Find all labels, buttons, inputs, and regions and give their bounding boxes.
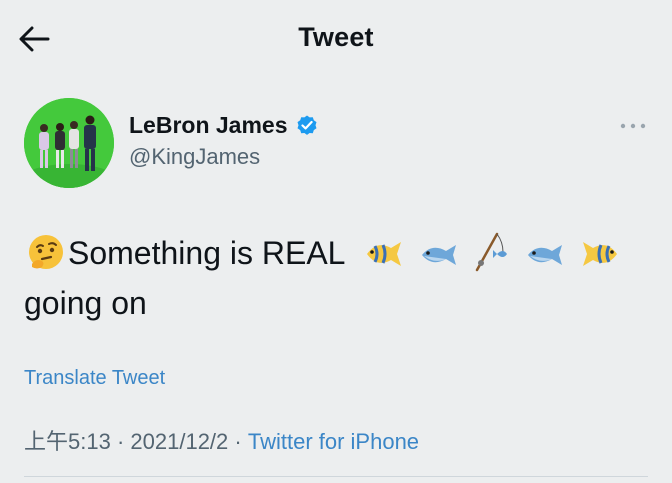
tweet-line-1-text: Something is REAL <box>68 235 345 271</box>
meta-separator: · <box>234 429 242 454</box>
thinking-face-icon <box>29 235 63 269</box>
tweet-page: Tweet LeBron James @KingJames Something … <box>0 0 672 483</box>
tropical-fish-icon <box>582 242 617 266</box>
author-name-row: LeBron James <box>129 110 319 140</box>
more-dots-icon <box>620 123 646 129</box>
avatar[interactable] <box>24 98 114 188</box>
fish-icon <box>422 245 457 265</box>
divider <box>24 476 648 477</box>
tweet-source-link[interactable]: Twitter for iPhone <box>248 429 419 454</box>
tweet-text: Something is REAL going on <box>24 228 654 328</box>
tweet-date[interactable]: 2021/12/2 <box>130 429 228 454</box>
tropical-fish-icon <box>367 242 402 266</box>
author-info[interactable]: LeBron James @KingJames <box>129 110 319 171</box>
tweet-meta: 上午5:13 · 2021/12/2 · Twitter for iPhone <box>24 424 419 456</box>
tweet-line-1: Something is REAL <box>24 228 654 278</box>
fishing-pole-icon <box>475 232 507 272</box>
avatar-image <box>24 98 114 188</box>
page-title: Tweet <box>298 22 374 52</box>
verified-badge-icon <box>297 115 317 135</box>
author-handle: @KingJames <box>129 144 261 169</box>
fish-icon <box>527 245 562 265</box>
author-name: LeBron James <box>129 112 288 138</box>
tweet-time: 上午5:13 <box>24 429 111 454</box>
header: Tweet <box>0 0 672 78</box>
meta-separator: · <box>116 429 125 454</box>
translate-tweet-link[interactable]: Translate Tweet <box>24 367 165 390</box>
more-options-button[interactable] <box>618 116 648 136</box>
tweet-line-2: going on <box>24 285 147 321</box>
